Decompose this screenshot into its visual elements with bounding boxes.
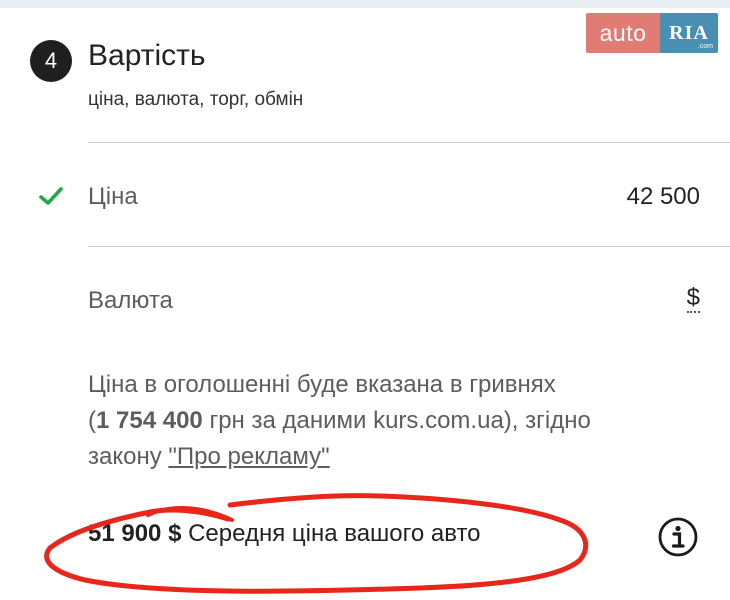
currency-label: Валюта: [88, 287, 173, 314]
average-price-label: Середня ціна вашого авто: [181, 520, 481, 547]
price-value[interactable]: 42 500: [627, 183, 700, 211]
divider: [88, 142, 730, 143]
logo-auto-part: auto: [586, 13, 660, 53]
info-icon[interactable]: [657, 516, 699, 558]
notice-open-paren: (: [88, 407, 96, 434]
step-number-badge: 4: [30, 40, 72, 82]
step-subtitle: ціна, валюта, торг, обмін: [88, 89, 304, 110]
advertising-law-link[interactable]: "Про рекламу": [168, 443, 329, 470]
divider: [88, 246, 730, 247]
check-icon: [39, 187, 63, 205]
notice-line3: закону: [88, 443, 169, 470]
currency-select[interactable]: $: [686, 285, 700, 313]
logo-ria-part: RIA .com: [660, 13, 718, 53]
price-label: Ціна: [88, 183, 138, 210]
uah-amount: 1 754 400: [96, 407, 203, 434]
notice-line1: Ціна в оголошенні буде вказана в гривнях: [88, 371, 556, 398]
notice-line2: грн за даними kurs.com.ua), згідно: [202, 407, 591, 434]
average-price-amount: 51 900 $: [88, 520, 182, 547]
average-price: 51 900 $ Середня ціна вашого авто: [88, 520, 481, 548]
autoria-logo[interactable]: auto RIA .com: [586, 13, 718, 53]
price-notice: Ціна в оголошенні буде вказана в гривнях…: [88, 367, 708, 475]
logo-ria-text: RIA: [669, 21, 709, 44]
top-strip: [0, 0, 730, 8]
step-title: Вартість: [88, 39, 206, 72]
logo-ria-suffix: .com: [697, 43, 713, 50]
